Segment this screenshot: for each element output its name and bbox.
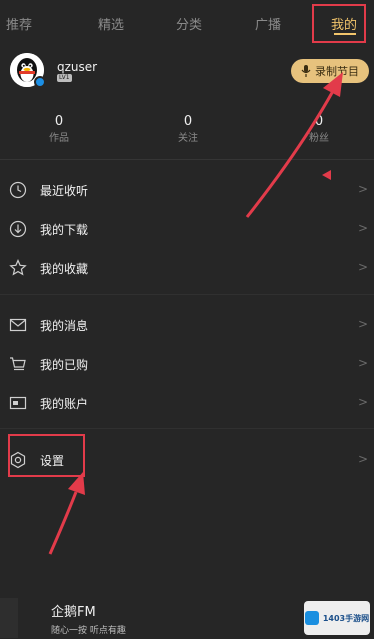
player-title: 企鹅FM	[51, 605, 96, 620]
wallet-icon	[9, 396, 27, 410]
download-icon	[9, 220, 27, 238]
tab-featured[interactable]: 精选	[98, 14, 124, 33]
menu-label-favorites: 我的收藏	[40, 262, 89, 276]
stat-fans-label: 粉丝	[309, 133, 329, 144]
annotation-box-mine-tab	[312, 4, 366, 43]
menu-label-purchased: 我的已购	[40, 358, 89, 372]
annotation-box-settings	[8, 434, 85, 477]
envelope-icon	[9, 318, 27, 332]
chevron-right-icon: >	[357, 260, 368, 274]
menu-item-account[interactable]: 我的账户 >	[0, 384, 374, 422]
menu-item-messages[interactable]: 我的消息 >	[0, 306, 374, 344]
chevron-right-icon: >	[357, 395, 368, 409]
watermark-logo: 1403手游网	[304, 601, 370, 635]
stat-following-label: 关注	[178, 133, 198, 144]
section-divider	[0, 428, 374, 429]
chevron-right-icon: >	[357, 452, 368, 466]
menu-label-account: 我的账户	[40, 397, 89, 411]
stat-fans-value: 0	[314, 114, 324, 129]
star-icon	[9, 259, 27, 276]
record-program-label: 录制节目	[315, 65, 359, 78]
watermark-text: 1403手游网	[322, 613, 370, 623]
username: qzuser	[57, 60, 98, 74]
menu-item-recent[interactable]: 最近收听 >	[0, 171, 374, 209]
watermark-logo-icon	[304, 611, 319, 625]
chevron-right-icon: >	[357, 356, 368, 370]
menu-label-messages: 我的消息	[40, 319, 89, 333]
stat-following-value: 0	[183, 114, 193, 129]
arrow-to-settings	[48, 472, 85, 555]
menu-item-favorites[interactable]: 我的收藏 >	[0, 249, 374, 287]
clock-icon	[9, 181, 27, 199]
section-divider	[0, 294, 374, 295]
verified-badge-icon	[34, 76, 46, 88]
chevron-right-icon: >	[357, 317, 368, 331]
menu-label-downloads: 我的下载	[40, 223, 89, 237]
stat-works[interactable]: 0 作品	[29, 114, 89, 146]
tab-recommend[interactable]: 推荐	[6, 14, 32, 33]
stat-fans[interactable]: 0 粉丝	[289, 114, 349, 146]
level-badge: LV1	[57, 74, 72, 82]
chevron-right-icon: >	[357, 182, 368, 196]
tab-broadcast[interactable]: 广播	[255, 14, 281, 33]
profile-divider	[0, 159, 374, 160]
tab-categories[interactable]: 分类	[176, 14, 202, 33]
player-cover-image	[0, 598, 18, 638]
record-program-button[interactable]: 录制节目	[291, 59, 369, 83]
stat-works-label: 作品	[49, 133, 69, 144]
player-subtitle: 随心一按 听点有趣	[51, 626, 126, 636]
cart-icon	[10, 357, 26, 371]
menu-item-purchased[interactable]: 我的已购 >	[0, 345, 374, 383]
stat-following[interactable]: 0 关注	[158, 114, 218, 146]
microphone-icon	[301, 65, 311, 77]
chevron-right-icon: >	[357, 221, 368, 235]
stat-works-value: 0	[54, 114, 64, 129]
menu-label-recent: 最近收听	[40, 184, 89, 198]
menu-item-downloads[interactable]: 我的下载 >	[0, 210, 374, 248]
